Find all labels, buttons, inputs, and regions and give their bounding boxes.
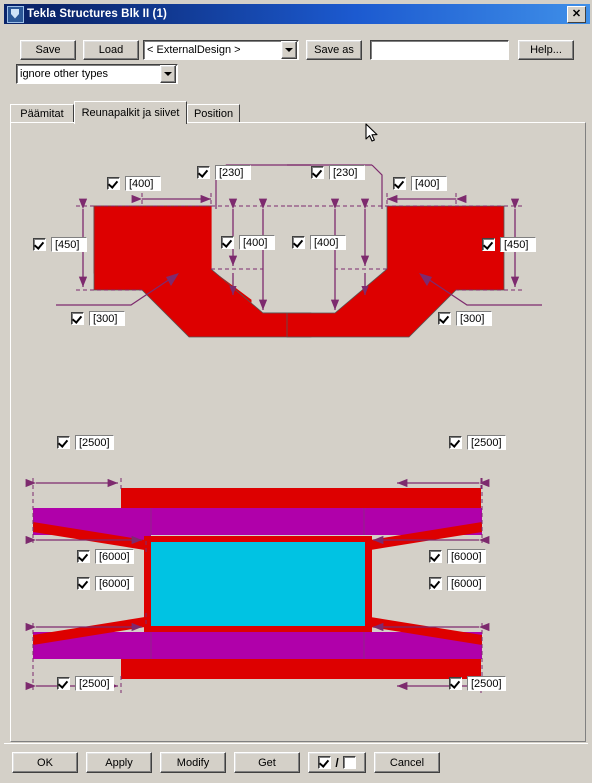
right-dimension-arrows <box>330 194 520 310</box>
load-button[interactable]: Load <box>83 40 139 60</box>
object-filter-value: ignore other types <box>20 68 109 80</box>
left-dimension-arrows <box>78 194 268 310</box>
apply-button[interactable]: Apply <box>86 752 152 773</box>
value-l-top-width[interactable]: [400] <box>125 176 161 191</box>
field-l-top-width[interactable]: [400] <box>107 176 161 191</box>
value-l-lower-depth[interactable]: [400] <box>239 235 275 250</box>
left-beam-final <box>93 205 312 338</box>
modify-button[interactable]: Modify <box>160 752 226 773</box>
checkbox-p-ll[interactable] <box>77 577 90 590</box>
checkbox-r-slope[interactable] <box>438 312 451 325</box>
right-leader-arrow <box>419 273 432 286</box>
tekla-app-icon <box>7 5 24 23</box>
field-p-ll[interactable]: [6000] <box>77 576 134 591</box>
field-p-tl[interactable]: [2500] <box>57 435 114 450</box>
value-l-slope[interactable]: [300] <box>89 311 125 326</box>
value-p-tr[interactable]: [2500] <box>467 435 506 450</box>
checkbox-l-slope[interactable] <box>71 312 84 325</box>
tab-reunapalkit-ja-siivet[interactable]: Reunapalkit ja siivet <box>74 101 187 124</box>
checkbox-l-top-width[interactable] <box>107 177 120 190</box>
field-r-notch-depth[interactable]: [230] <box>311 165 365 180</box>
value-p-tl[interactable]: [2500] <box>75 435 114 450</box>
checkbox-all-off-icon[interactable] <box>342 756 356 769</box>
checkbox-p-ru[interactable] <box>429 550 442 563</box>
title-bar: Tekla Structures Blk II (1) ✕ <box>4 4 590 24</box>
checkbox-l-notch-depth[interactable] <box>197 166 210 179</box>
checkbox-p-br[interactable] <box>449 677 462 690</box>
chevron-down-icon[interactable] <box>281 41 297 59</box>
object-filter-combo[interactable]: ignore other types <box>16 64 178 84</box>
value-p-br[interactable]: [2500] <box>467 676 506 691</box>
tab-content-panel: [400] [230] [450] [400] [300] [230] [400… <box>10 122 586 742</box>
checkbox-r-top-width[interactable] <box>393 177 406 190</box>
select-all-toggle-button[interactable]: / <box>308 752 366 773</box>
field-p-br[interactable]: [2500] <box>449 676 506 691</box>
field-p-rl[interactable]: [6000] <box>429 576 486 591</box>
save-as-button[interactable]: Save as <box>306 40 362 60</box>
checkbox-p-rl[interactable] <box>429 577 442 590</box>
close-icon[interactable]: ✕ <box>567 5 586 23</box>
field-r-lower-depth[interactable]: [400] <box>292 235 346 250</box>
footer-button-bar: OK Apply Modify Get / Cancel <box>4 743 588 779</box>
value-l-notch-depth[interactable]: [230] <box>215 165 251 180</box>
value-r-top-width[interactable]: [400] <box>411 176 447 191</box>
parameter-diagram-graphics <box>25 164 542 693</box>
tab-position[interactable]: Position <box>187 104 240 123</box>
value-p-rl[interactable]: [6000] <box>447 576 486 591</box>
value-l-height[interactable]: [450] <box>51 237 87 252</box>
field-p-ru[interactable]: [6000] <box>429 549 486 564</box>
left-leader-arrow <box>166 273 179 286</box>
tekla-dialog-window: Tekla Structures Blk II (1) ✕ Save Load … <box>0 0 592 783</box>
field-l-height[interactable]: [450] <box>33 237 87 252</box>
left-construction-lines <box>76 193 311 291</box>
checkbox-r-height[interactable] <box>482 238 495 251</box>
field-l-notch-depth[interactable]: [230] <box>197 165 251 180</box>
field-r-height[interactable]: [450] <box>482 237 536 252</box>
field-l-slope[interactable]: [300] <box>71 311 125 326</box>
left-beam-outline <box>94 206 311 337</box>
attribute-file-value: < ExternalDesign > <box>147 44 241 56</box>
window-title: Tekla Structures Blk II (1) <box>27 8 167 20</box>
save-button[interactable]: Save <box>20 40 76 60</box>
checkbox-r-lower-depth[interactable] <box>292 236 305 249</box>
field-r-top-width[interactable]: [400] <box>393 176 447 191</box>
value-p-lu[interactable]: [6000] <box>95 549 134 564</box>
checkbox-p-lu[interactable] <box>77 550 90 563</box>
help-button[interactable]: Help... <box>518 40 574 60</box>
field-r-slope[interactable]: [300] <box>438 311 492 326</box>
value-p-ll[interactable]: [6000] <box>95 576 134 591</box>
get-button[interactable]: Get <box>234 752 300 773</box>
toggle-separator: / <box>335 755 339 770</box>
checkbox-p-tl[interactable] <box>57 436 70 449</box>
field-p-lu[interactable]: [6000] <box>77 549 134 564</box>
tab-strip: Päämitat Reunapalkit ja siivet Position <box>10 101 586 124</box>
value-r-slope[interactable]: [300] <box>456 311 492 326</box>
value-r-notch-depth[interactable]: [230] <box>329 165 365 180</box>
field-p-tr[interactable]: [2500] <box>449 435 506 450</box>
chevron-down-icon[interactable] <box>160 65 176 83</box>
tab-paamitat[interactable]: Päämitat <box>10 104 74 123</box>
value-r-lower-depth[interactable]: [400] <box>310 235 346 250</box>
field-p-bl[interactable]: [2500] <box>57 676 114 691</box>
field-l-lower-depth[interactable]: [400] <box>221 235 275 250</box>
checkbox-p-tr[interactable] <box>449 436 462 449</box>
save-as-input[interactable] <box>370 40 509 60</box>
checkbox-l-lower-depth[interactable] <box>221 236 234 249</box>
value-p-ru[interactable]: [6000] <box>447 549 486 564</box>
checkbox-p-bl[interactable] <box>57 677 70 690</box>
checkbox-all-on-icon[interactable] <box>318 756 332 769</box>
checkbox-l-height[interactable] <box>33 238 46 251</box>
checkbox-r-notch-depth[interactable] <box>311 166 324 179</box>
attribute-file-combo[interactable]: < ExternalDesign > <box>143 40 299 60</box>
value-r-height[interactable]: [450] <box>500 237 536 252</box>
cancel-button[interactable]: Cancel <box>374 752 440 773</box>
ok-button[interactable]: OK <box>12 752 78 773</box>
value-p-bl[interactable]: [2500] <box>75 676 114 691</box>
